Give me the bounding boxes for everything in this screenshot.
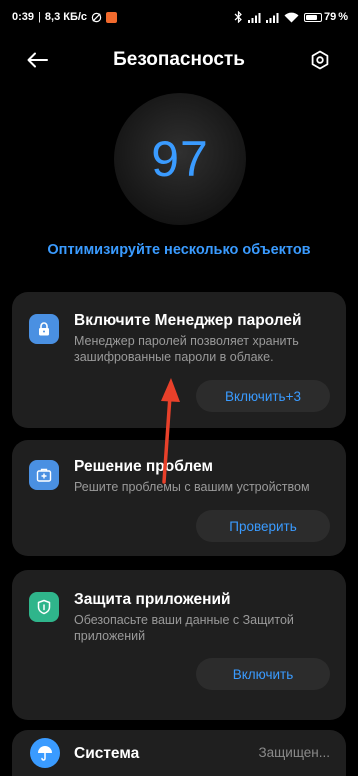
card-description: Обезопасьте ваши данные с Защитой прилож… [74, 613, 294, 643]
battery-icon [303, 12, 322, 22]
battery-percent: % [338, 11, 348, 23]
check-button[interactable]: Проверить [196, 510, 330, 542]
card-troubleshoot[interactable]: Решение проблем Решите проблемы с вашим … [12, 440, 346, 556]
battery-level: 79 [323, 11, 337, 23]
optimize-link[interactable]: Оптимизируйте несколько объектов [0, 242, 358, 258]
first-aid-icon [29, 460, 59, 490]
signal-icon-2 [265, 12, 279, 23]
card-title: Решение проблем [74, 458, 213, 475]
card-title: Система [74, 745, 140, 762]
status-speed: 8,3 КБ/с [44, 11, 88, 23]
page-title: Безопасность [113, 49, 245, 70]
security-score: 97 [151, 131, 209, 187]
card-system[interactable]: Система Защищен... [12, 730, 346, 776]
card-title: Защита приложений [74, 591, 231, 608]
umbrella-icon [30, 738, 60, 768]
security-score-circle[interactable]: 97 [114, 93, 246, 225]
system-status: Защищен... [258, 745, 330, 760]
gear-icon [311, 50, 329, 70]
card-password-manager[interactable]: Включите Менеджер паролей Менеджер парол… [12, 292, 346, 428]
shield-icon [29, 592, 59, 622]
lock-icon [29, 314, 59, 344]
status-bar: 0:39 | 8,3 КБ/с 79% [0, 0, 358, 34]
card-title: Включите Менеджер паролей [74, 312, 302, 329]
enable-password-manager-button[interactable]: Включить+3 [196, 380, 330, 412]
card-description: Менеджер паролей позволяет хранить зашиф… [74, 334, 299, 364]
card-app-protection[interactable]: Защита приложений Обезопасьте ваши данны… [12, 570, 346, 720]
settings-button[interactable] [306, 46, 334, 74]
card-description: Решите проблемы с вашим устройством [74, 480, 310, 494]
data-saver-icon [91, 12, 102, 22]
status-separator: | [38, 11, 41, 23]
signal-icon-1 [247, 12, 261, 23]
app-notification-icon [106, 11, 118, 23]
bluetooth-icon [234, 11, 242, 23]
battery-indicator: 79% [303, 11, 348, 23]
wifi-icon [284, 12, 299, 22]
status-time: 0:39 [12, 11, 35, 23]
enable-app-protection-button[interactable]: Включить [196, 658, 330, 690]
header: Безопасность [0, 40, 358, 80]
